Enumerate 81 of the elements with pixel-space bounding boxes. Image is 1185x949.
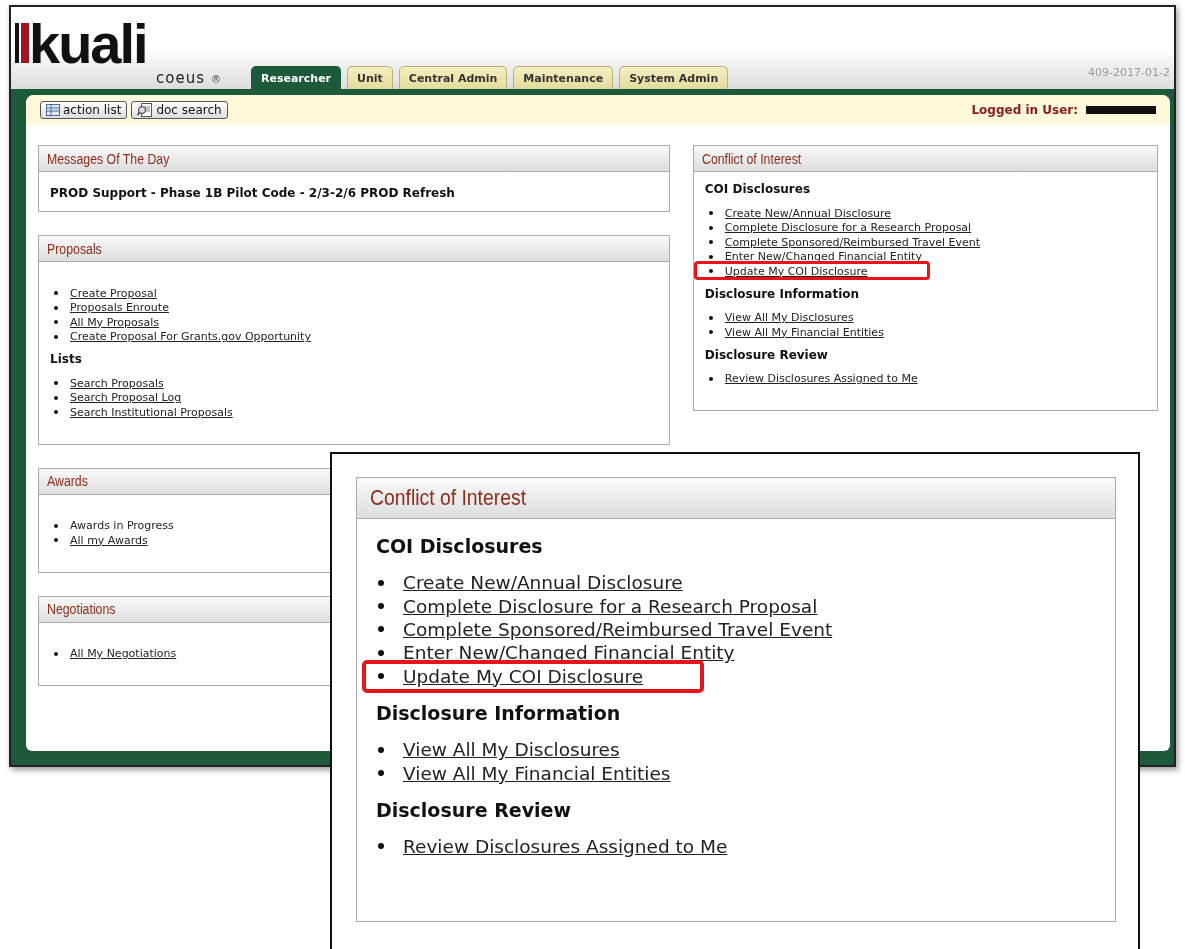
bullet-icon [378, 579, 384, 586]
menu-link[interactable]: Search Proposal Log [70, 391, 182, 405]
bullet-icon [708, 269, 713, 274]
action-list-button[interactable]: action list [40, 101, 128, 119]
menu-link[interactable]: View All My Financial Entities [403, 762, 671, 784]
nav-tab[interactable]: Researcher [251, 66, 342, 89]
message-text: PROD Support - Phase 1B Pilot Code - 2/3-2/6 PROD Refresh [50, 186, 455, 200]
menu-link[interactable]: Complete Disclosure for a Research Proposal [403, 595, 818, 617]
bullet-icon [54, 320, 58, 325]
bullet-icon [378, 843, 384, 850]
menu-link[interactable]: Create Proposal [70, 286, 157, 300]
menu-link[interactable]: Complete Sponsored/Reimbursed Travel Event [403, 618, 833, 640]
section-heading: Lists [50, 352, 83, 366]
panel-title: Conflict of Interest [370, 485, 527, 511]
menu-link[interactable]: View All My Disclosures [403, 739, 620, 761]
bullet-icon [708, 240, 713, 245]
menu-link[interactable]: Enter New/Changed Financial Entity [724, 250, 922, 264]
bullet-icon [378, 626, 384, 633]
bullet-icon [54, 395, 58, 400]
bullet-icon [54, 651, 58, 656]
bullet-icon [378, 649, 384, 656]
menu-link[interactable]: Review Disclosures Assigned to Me [403, 835, 728, 857]
version-label: 409-2017-01-2 [1088, 66, 1170, 79]
menu-link[interactable]: View All My Disclosures [724, 311, 854, 325]
nav-tab[interactable]: System Admin [619, 66, 729, 89]
section-heading: Disclosure Information [376, 701, 622, 724]
panel-title: Messages Of The Day [47, 150, 170, 167]
bullet-icon [708, 330, 713, 335]
menu-link[interactable]: Complete Sponsored/Reimbursed Travel Event [724, 235, 981, 249]
bullet-icon [54, 381, 58, 386]
registered-mark: ® [211, 74, 221, 85]
menu-link[interactable]: All my Awards [70, 533, 148, 547]
section-heading: Disclosure Review [704, 347, 829, 362]
menu-link[interactable]: Review Disclosures Assigned to Me [724, 372, 918, 386]
menu-link[interactable]: Update My COI Disclosure [724, 264, 868, 278]
menu-link[interactable]: Complete Disclosure for a Research Proposal [724, 221, 972, 235]
panel-title: Conflict of Interest [701, 150, 802, 167]
panel-title: Proposals [47, 240, 102, 257]
section-heading: COI Disclosures [704, 182, 812, 196]
bullet-icon [378, 673, 384, 680]
bullet-icon [378, 770, 384, 777]
section-heading: Disclosure Information [704, 286, 861, 301]
bullet-icon [378, 603, 384, 610]
nav-tab[interactable]: Central Admin [398, 66, 508, 89]
logged-in-label: Logged in User: [971, 103, 1078, 117]
bullet-icon [708, 376, 713, 381]
menu-link[interactable]: Search Proposals [70, 376, 164, 390]
search-icon [137, 103, 154, 117]
menu-link[interactable]: Update My COI Disclosure [403, 665, 644, 687]
menu-link[interactable]: All My Proposals [70, 315, 160, 329]
bullet-icon [708, 211, 713, 216]
bullet-icon [54, 538, 58, 543]
bullet-icon [54, 334, 58, 339]
bullet-icon [54, 291, 58, 296]
panel-title: Negotiations [47, 601, 116, 617]
menu-link[interactable]: Enter New/Changed Financial Entity [403, 642, 735, 664]
menu-text: Awards in Progress [70, 519, 174, 533]
doc-search-button[interactable]: doc search [131, 101, 228, 119]
section-heading: Disclosure Review [376, 798, 572, 821]
section-heading: COI Disclosures [376, 535, 544, 557]
nav-tab[interactable]: Unit [347, 66, 393, 89]
menu-link[interactable]: View All My Financial Entities [724, 325, 884, 339]
menu-link[interactable]: All My Negotiations [70, 647, 177, 661]
bullet-icon [54, 305, 58, 310]
menu-link[interactable]: Create New/Annual Disclosure [724, 206, 892, 220]
menu-link[interactable]: Search Institutional Proposals [70, 405, 233, 419]
product-name: coeus [156, 69, 205, 87]
menu-link[interactable]: Create New/Annual Disclosure [403, 572, 683, 594]
logo: kuali [29, 19, 147, 69]
table-icon [46, 104, 60, 116]
redacted-username [1086, 106, 1156, 114]
bullet-icon [708, 315, 713, 320]
bullet-icon [708, 254, 713, 259]
bullet-icon [378, 746, 384, 753]
bullet-icon [54, 410, 58, 415]
menu-link[interactable]: Create Proposal For Grants.gov Opportunity [70, 330, 311, 344]
bullet-icon [54, 523, 58, 528]
nav-tab[interactable]: Maintenance [513, 66, 614, 89]
bullet-icon [708, 225, 713, 230]
menu-link[interactable]: Proposals Enroute [70, 301, 169, 315]
panel-title: Awards [47, 473, 88, 489]
